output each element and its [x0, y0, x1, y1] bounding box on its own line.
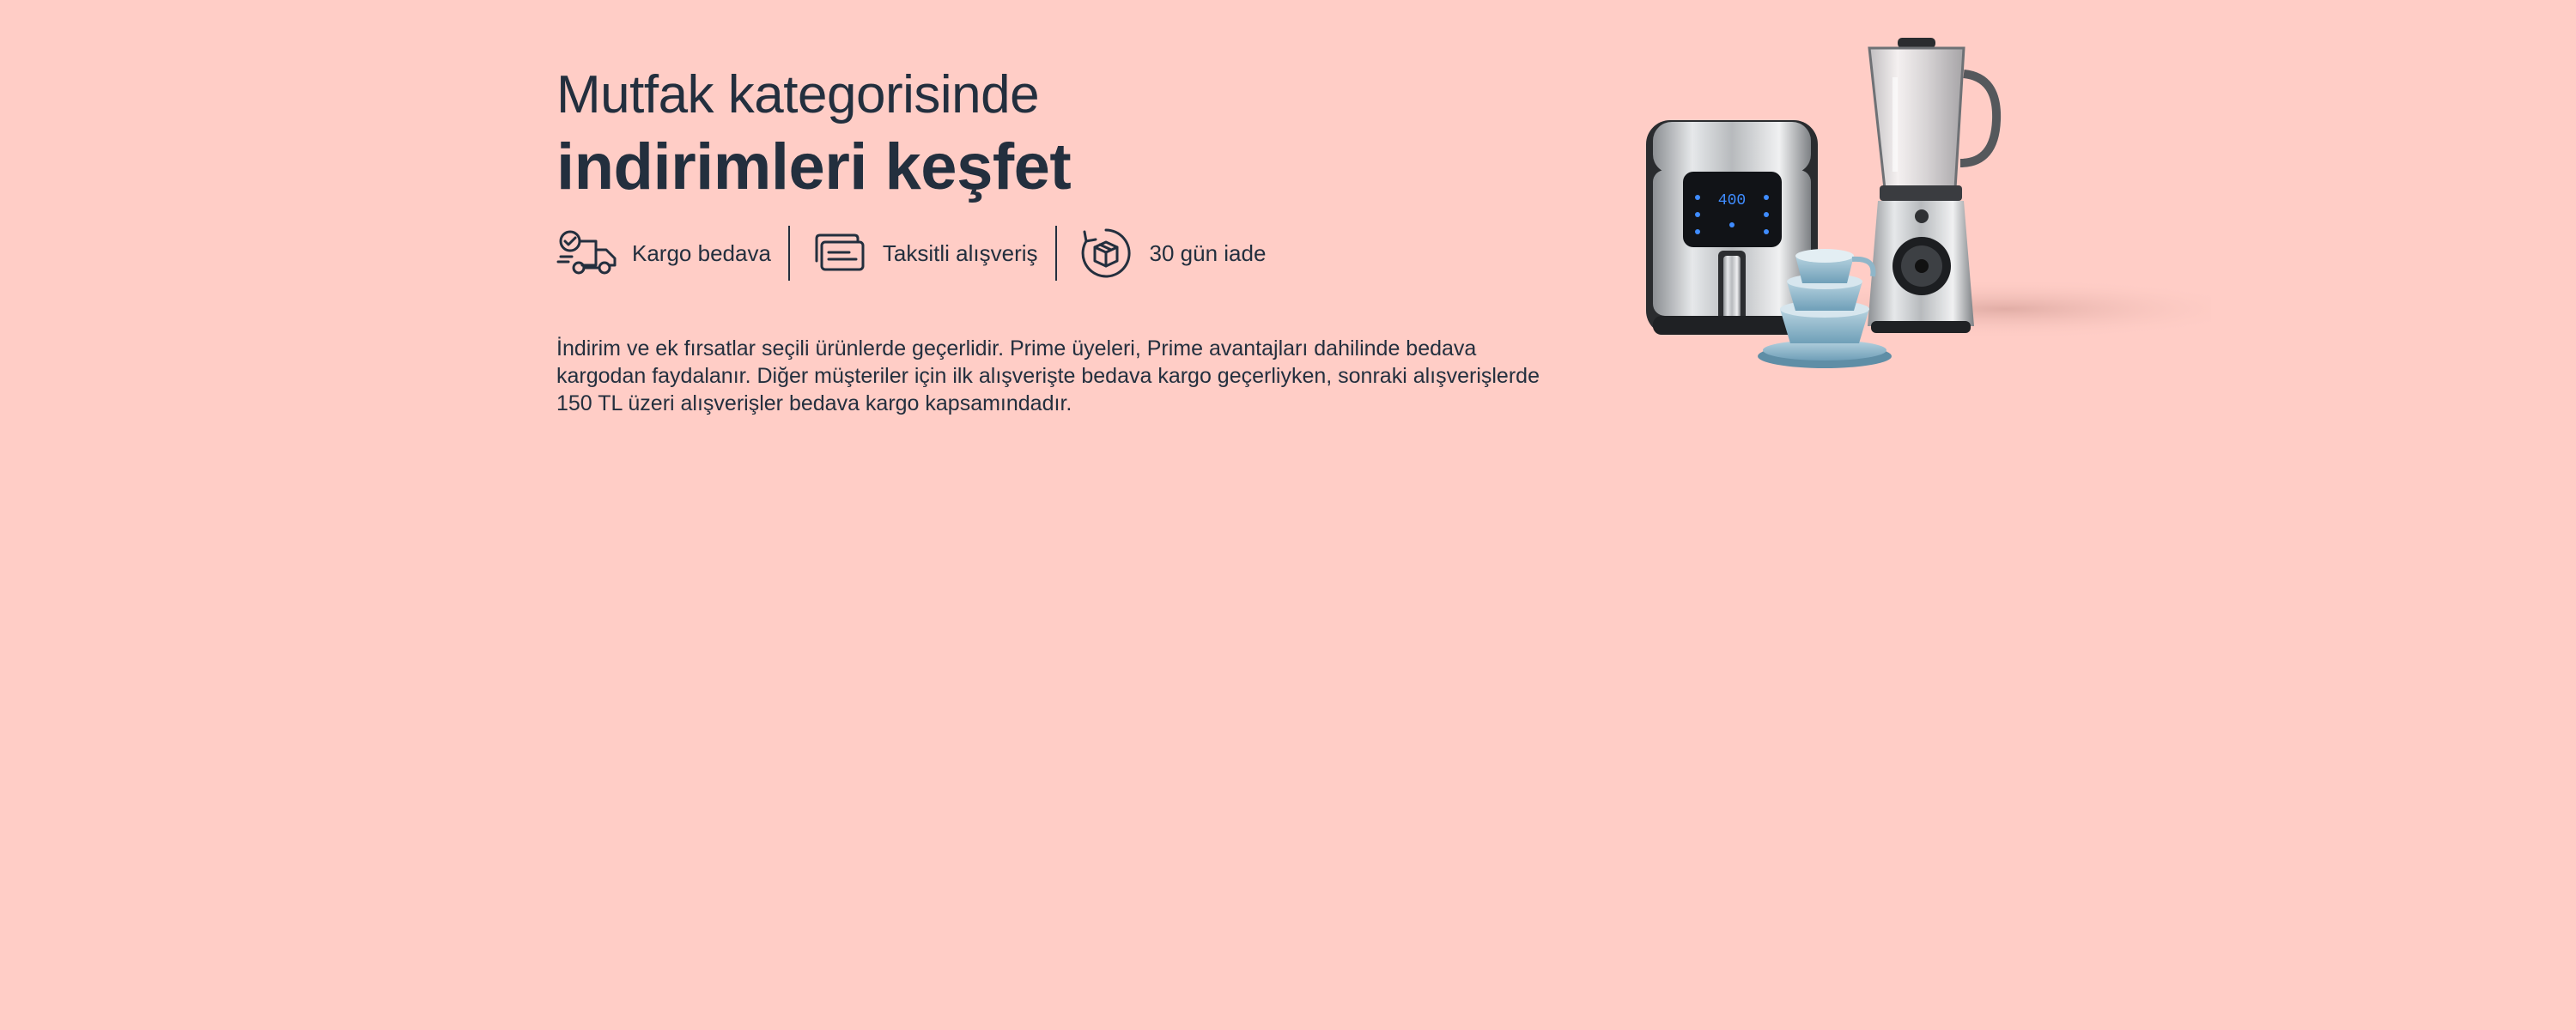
feature-installments-label: Taksitli alışveriş [882, 239, 1038, 266]
feature-free-shipping-label: Kargo bedava [632, 239, 771, 266]
box-return-icon [1074, 225, 1138, 282]
air-fryer-illustration: 400 [1646, 120, 1818, 335]
headline-line-1: Mutfak kategorisinde [556, 65, 1040, 124]
banner-content: Mutfak kategorisinde indirimleri keşfet [556, 62, 1570, 439]
credit-card-installments-icon [807, 225, 871, 282]
feature-free-shipping: Kargo bedava [556, 225, 771, 282]
air-fryer-display: 400 [1718, 192, 1746, 209]
delivery-truck-icon [556, 225, 620, 282]
kitchen-appliances-image: 400 [1627, 26, 2263, 378]
feature-installments: Taksitli alışveriş [807, 225, 1038, 282]
feature-list: Kargo bedava Taksitli alışveriş 30 gün i… [556, 225, 1570, 282]
promo-banner[interactable]: Mutfak kategorisinde indirimleri keşfet [0, 0, 2576, 1030]
disclaimer-text: İndirim ve ek fırsatlar seçili ürünlerde… [556, 336, 1540, 415]
feature-divider [787, 226, 790, 281]
headline-line-2: indirimleri keşfet [556, 130, 1072, 203]
feature-returns-label: 30 gün iade [1149, 239, 1267, 266]
feature-divider [1054, 226, 1057, 281]
feature-returns: 30 gün iade [1074, 225, 1267, 282]
